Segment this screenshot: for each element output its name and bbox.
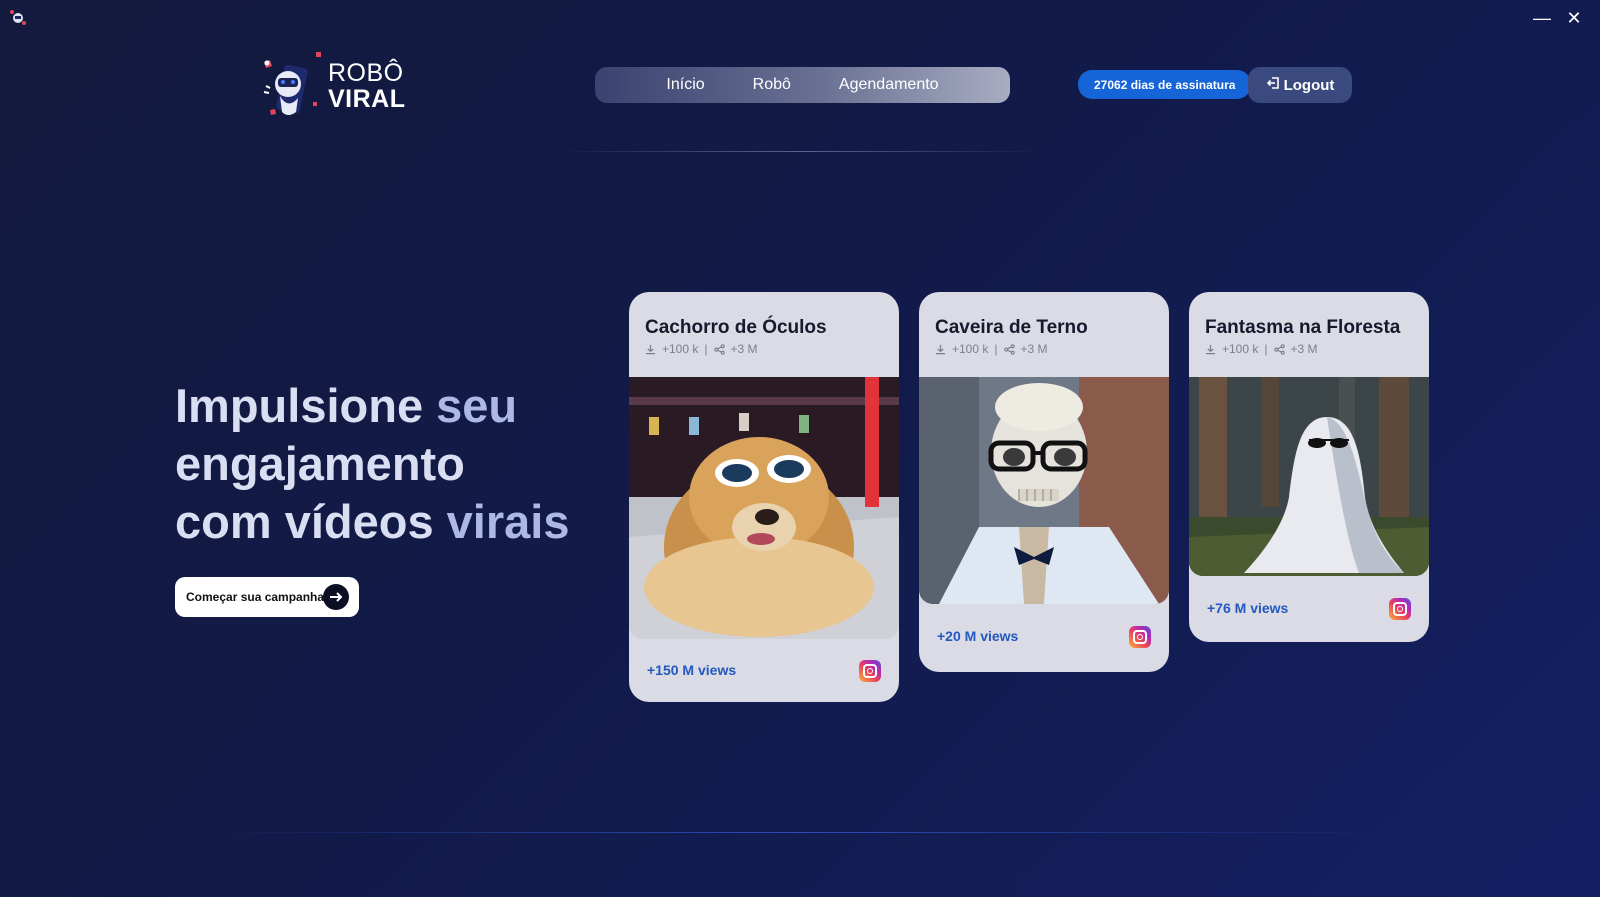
download-icon [935,344,946,354]
hero-title-part1: Impulsione [175,379,437,432]
skeleton-in-suit-image [919,377,1169,604]
instagram-icon[interactable] [859,660,881,682]
footer-divider [200,832,1400,833]
nav-item-robo[interactable]: Robô [753,76,791,94]
start-campaign-button[interactable]: Começar sua campanha [175,577,359,617]
logout-button[interactable]: Logout [1248,67,1352,103]
card-stats-separator: | [994,342,998,356]
card-downloads: +100 k [1222,342,1259,356]
robot-mascot-icon [258,46,326,126]
card-stats: +100 k | +3 M [935,342,1048,356]
logout-icon [1266,75,1282,95]
instagram-icon[interactable] [1389,598,1411,620]
robo-viral-logo[interactable]: ROBÔ VIRAL [258,46,418,126]
hero-title-part2: engajamento [175,437,465,490]
card-views: +150 M views [647,662,737,678]
card-shares: +3 M [730,342,758,356]
main-nav: Início Robô Agendamento [595,67,1010,103]
hero-title: Impulsione seu engajamento com vídeos vi… [175,377,595,551]
hero-title-part3: com vídeos [175,495,447,548]
card-title: Caveira de Terno [935,317,1088,338]
card-stats: +100 k | +3 M [1205,342,1318,356]
card-views: +76 M views [1207,600,1289,616]
share-icon [713,343,725,355]
ghost-in-forest-image [1189,377,1429,576]
header-divider [560,151,1040,152]
card-views: +20 M views [937,628,1019,644]
video-card-skeleton[interactable]: Caveira de Terno +100 k | +3 M +20 M vie… [919,292,1169,672]
logout-label: Logout [1283,76,1335,94]
logo-text-robo: ROBÔ [328,58,404,87]
card-stats: +100 k | +3 M [645,342,758,356]
download-icon [1205,344,1216,354]
nav-item-agendamento[interactable]: Agendamento [839,76,939,94]
arrow-right-icon [323,584,349,610]
start-campaign-label: Começar sua campanha [186,590,325,604]
video-card-dog[interactable]: Cachorro de Óculos +100 k | +3 M +150 M … [629,292,899,702]
card-title: Cachorro de Óculos [645,317,827,338]
card-title: Fantasma na Floresta [1205,317,1401,338]
instagram-icon[interactable] [1129,626,1151,648]
share-icon [1273,343,1285,355]
dog-with-sunglasses-image [629,377,899,639]
card-shares: +3 M [1020,342,1048,356]
hero-title-accent1: seu [436,379,518,432]
subscription-badge: 27062 dias de assinatura [1078,70,1252,99]
hero-title-accent2: virais [446,495,570,548]
share-icon [1003,343,1015,355]
video-card-ghost[interactable]: Fantasma na Floresta +100 k | +3 M +76 M… [1189,292,1429,642]
card-downloads: +100 k [952,342,989,356]
app-icon [8,8,28,28]
minimize-button[interactable]: — [1528,6,1556,30]
download-icon [645,344,656,354]
card-downloads: +100 k [662,342,699,356]
logo-text-viral: VIRAL [328,84,406,113]
card-stats-separator: | [704,342,708,356]
card-shares: +3 M [1290,342,1318,356]
nav-item-inicio[interactable]: Início [666,76,704,94]
card-stats-separator: | [1264,342,1268,356]
close-button[interactable]: ✕ [1560,6,1588,30]
